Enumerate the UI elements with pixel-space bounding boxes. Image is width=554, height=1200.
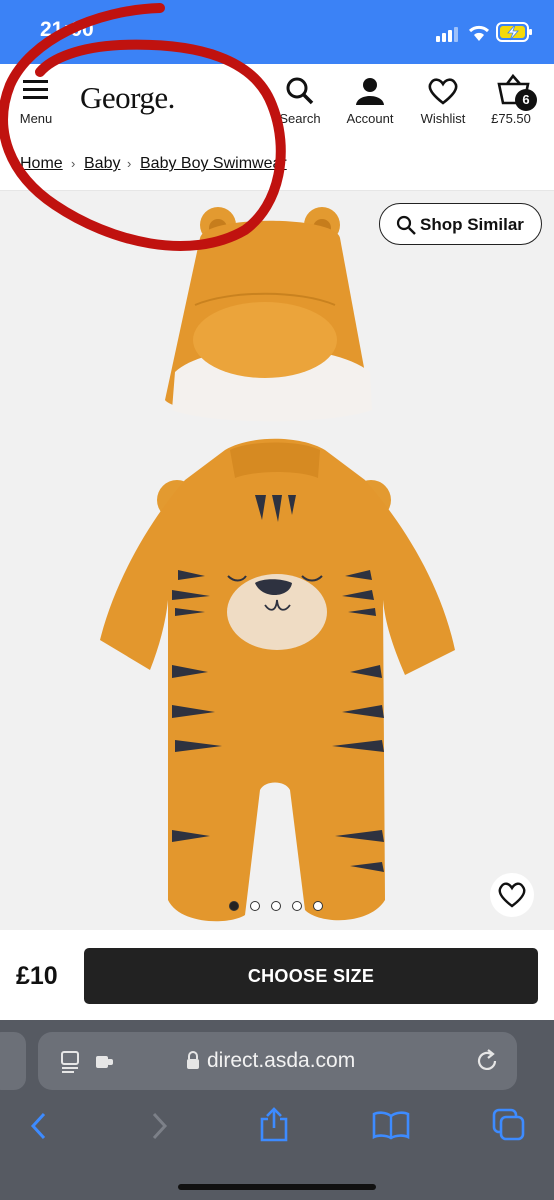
heart-icon[interactable]	[497, 881, 527, 909]
carousel-dot[interactable]	[271, 901, 281, 911]
lock-icon	[187, 1051, 199, 1069]
carousel-dot[interactable]	[313, 901, 323, 911]
basket-total[interactable]: £75.50	[466, 111, 554, 126]
wishlist-heart-icon[interactable]	[427, 77, 459, 105]
reload-icon[interactable]	[474, 1048, 500, 1074]
product-image-carousel[interactable]	[0, 191, 554, 930]
breadcrumb-baby[interactable]: Baby	[84, 155, 120, 173]
choose-size-label[interactable]: CHOOSE SIZE	[84, 966, 538, 987]
previous-tab-preview[interactable]	[0, 1032, 26, 1090]
carousel-dot[interactable]	[229, 901, 239, 911]
shop-similar-label[interactable]: Shop Similar	[420, 215, 524, 235]
status-time: 21:00	[40, 18, 94, 41]
back-icon[interactable]	[28, 1112, 50, 1140]
cellular-signal-icon	[436, 27, 458, 42]
menu-label[interactable]: Menu	[0, 111, 81, 126]
forward-icon[interactable]	[148, 1112, 170, 1140]
george-logo[interactable]: George.	[80, 80, 175, 116]
battery-charging-icon	[496, 22, 532, 42]
tabs-icon[interactable]	[492, 1108, 526, 1142]
product-image	[100, 207, 455, 922]
bookmarks-icon[interactable]	[372, 1110, 410, 1140]
product-price: £10	[16, 962, 58, 990]
home-indicator	[178, 1184, 376, 1190]
carousel-dot[interactable]	[250, 901, 260, 911]
account-icon[interactable]	[355, 76, 385, 106]
reader-view-icon[interactable]	[60, 1050, 118, 1074]
share-icon[interactable]	[258, 1106, 290, 1142]
breadcrumb-separator-icon: ›	[127, 156, 132, 171]
carousel-dot[interactable]	[292, 901, 302, 911]
search-icon[interactable]	[285, 76, 315, 106]
breadcrumb-baby-boy-swimwear[interactable]: Baby Boy Swimwear	[140, 155, 287, 173]
url-text[interactable]: direct.asda.com	[207, 1049, 355, 1073]
breadcrumb-separator-icon: ›	[71, 156, 76, 171]
search-icon	[396, 215, 416, 235]
wifi-icon	[468, 25, 490, 41]
breadcrumb-home[interactable]: Home	[20, 155, 63, 173]
basket-count: 6	[522, 92, 530, 107]
menu-icon[interactable]	[23, 78, 49, 102]
